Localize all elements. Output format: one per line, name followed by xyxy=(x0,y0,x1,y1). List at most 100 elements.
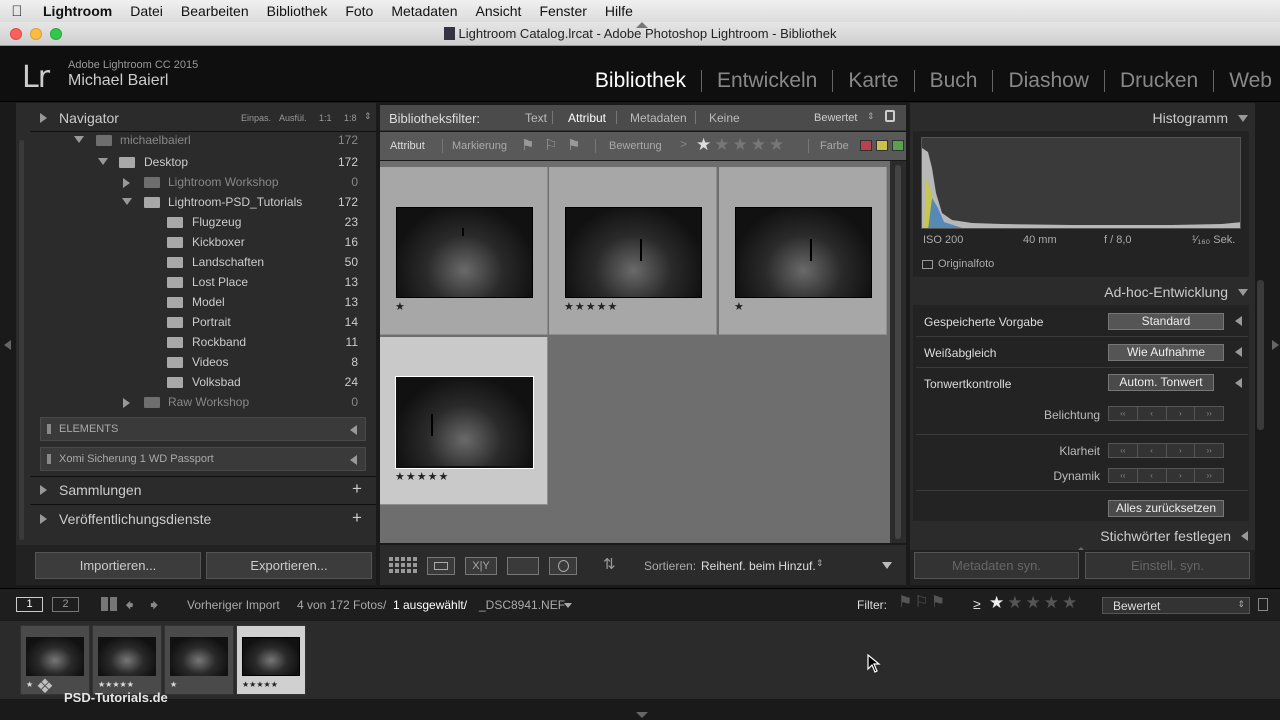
filmstrip-thumb-selected[interactable]: ★★★★★ xyxy=(236,625,306,695)
filmstrip-thumb[interactable]: ★ xyxy=(164,625,234,695)
add-collection-icon[interactable]: + xyxy=(352,479,362,499)
menu-bibliothek[interactable]: Bibliothek xyxy=(258,3,337,19)
module-diashow[interactable]: Diashow xyxy=(993,70,1105,92)
volume-toggle-icon[interactable] xyxy=(350,455,357,465)
folder-row-psd-tutorials[interactable]: Lightroom-PSD_Tutorials 172 xyxy=(0,192,370,212)
menu-hilfe[interactable]: Hilfe xyxy=(596,3,642,19)
filter-tab-attribut[interactable]: Attribut xyxy=(568,111,606,125)
filename-label[interactable]: _DSC8941.NEF xyxy=(479,598,565,612)
folder-row-rockband[interactable]: Rockband 11 xyxy=(0,332,370,352)
flag-filter-icons[interactable]: ⚑⚐⚑ xyxy=(898,592,947,612)
keywording-header[interactable]: Stichwörter festlegen xyxy=(910,523,1250,549)
exposure-stepper[interactable]: ‹‹ ‹ › ›› xyxy=(1108,406,1224,421)
module-bibliothek[interactable]: Bibliothek xyxy=(580,70,702,92)
main-screen-button[interactable]: 1 xyxy=(16,597,43,612)
rating-operator[interactable]: ≥ xyxy=(973,596,981,612)
collapse-right-panel-icon[interactable] xyxy=(1272,340,1279,350)
quick-develop-header[interactable]: Ad-hoc-Entwicklung xyxy=(910,279,1250,305)
folder-row-landschaften[interactable]: Landschaften 50 xyxy=(0,252,370,272)
module-karte[interactable]: Karte xyxy=(833,70,915,92)
collapse-bottom-panel-icon[interactable] xyxy=(636,712,648,718)
rating-star-filter[interactable]: ★★★★★ xyxy=(696,135,787,155)
filter-preset-select[interactable]: Bewertet ⇕ xyxy=(1102,597,1250,614)
sort-direction-icon[interactable]: ⇅ xyxy=(603,555,616,573)
compare-view-icon[interactable]: X|Y xyxy=(465,557,497,575)
toolbar-menu-icon[interactable] xyxy=(882,562,892,569)
forward-arrow-icon[interactable]: 🠺 xyxy=(150,593,159,622)
grid-shortcut-icon[interactable] xyxy=(101,597,117,611)
module-web[interactable]: Web xyxy=(1214,70,1280,92)
people-view-icon[interactable] xyxy=(549,557,577,575)
back-arrow-icon[interactable]: 🠸 xyxy=(125,593,134,622)
histogram-graph[interactable] xyxy=(921,137,1241,229)
filter-lock-icon[interactable] xyxy=(1258,598,1268,611)
photo-rating[interactable]: ★ xyxy=(395,300,406,313)
zoom-1-1[interactable]: 1:1 xyxy=(319,113,332,123)
grid-scrollbar[interactable] xyxy=(890,161,906,543)
auto-tone-button[interactable]: Autom. Tonwert xyxy=(1108,374,1214,391)
grid-cell[interactable]: ★★★★★ xyxy=(549,167,717,335)
folder-row-kickboxer[interactable]: Kickboxer 16 xyxy=(0,232,370,252)
filename-menu-icon[interactable] xyxy=(564,603,572,608)
collections-header[interactable]: Sammlungen + xyxy=(30,477,376,503)
menu-fenster[interactable]: Fenster xyxy=(530,3,595,19)
grid-cell[interactable]: ★ xyxy=(380,167,548,335)
zoom-menu-icon[interactable]: ⇕ xyxy=(364,111,372,122)
collapse-top-panel-icon[interactable] xyxy=(636,22,648,28)
module-drucken[interactable]: Drucken xyxy=(1105,70,1215,92)
folder-row[interactable]: michaelbaierl 172 xyxy=(0,133,370,150)
sync-settings-button[interactable]: Einstell. syn. xyxy=(1085,552,1250,579)
second-screen-button[interactable]: 2 xyxy=(52,597,79,612)
color-filter-red[interactable] xyxy=(860,140,872,151)
folder-row-flugzeug[interactable]: Flugzeug 23 xyxy=(0,212,370,232)
filter-tab-keine[interactable]: Keine xyxy=(709,111,740,125)
filter-tab-metadaten[interactable]: Metadaten xyxy=(630,111,687,125)
import-button[interactable]: Importieren... xyxy=(35,552,201,579)
folder-row-volksbad[interactable]: Volksbad 24 xyxy=(0,372,370,392)
volume-toggle-icon[interactable] xyxy=(350,425,357,435)
volume-passport[interactable]: Xomi Sicherung 1 WD Passport xyxy=(40,447,366,471)
sort-select[interactable]: Reihenf. beim Hinzuf. xyxy=(701,559,816,573)
filmstrip-thumb[interactable]: ★★★★★ xyxy=(92,625,162,695)
photo-rating[interactable]: ★★★★★ xyxy=(564,300,618,313)
rating-operator-icon[interactable]: > xyxy=(680,137,687,151)
collapsed-icon[interactable] xyxy=(123,398,130,408)
clarity-stepper[interactable]: ‹‹ ‹ › ›› xyxy=(1108,443,1224,458)
source-label[interactable]: Vorheriger Import xyxy=(187,598,280,612)
expand-icon[interactable] xyxy=(1235,347,1242,357)
zoom-fit[interactable]: Einpas. xyxy=(241,113,271,123)
menu-app[interactable]: Lightroom xyxy=(34,3,121,19)
white-balance-select[interactable]: Wie Aufnahme xyxy=(1108,344,1224,361)
expand-icon[interactable] xyxy=(98,158,108,165)
survey-view-icon[interactable] xyxy=(507,557,539,575)
photo-thumbnail[interactable] xyxy=(565,207,702,298)
folder-row-videos[interactable]: Videos 8 xyxy=(0,352,370,372)
zoom-fill[interactable]: Ausfül. xyxy=(279,113,307,123)
menu-bearbeiten[interactable]: Bearbeiten xyxy=(172,3,258,19)
flag-rejected-icon[interactable]: ⚑ xyxy=(567,136,580,154)
sync-metadata-button[interactable]: Metadaten syn. xyxy=(914,552,1079,579)
expand-icon[interactable] xyxy=(74,136,84,143)
flag-picked-icon[interactable]: ⚑ xyxy=(521,136,534,154)
photo-thumbnail[interactable] xyxy=(395,376,534,469)
menu-foto[interactable]: Foto xyxy=(336,3,382,19)
grid-view-icon[interactable] xyxy=(389,557,417,575)
histogram-header[interactable]: Histogramm xyxy=(910,105,1250,131)
scrollbar-thumb[interactable] xyxy=(895,165,901,539)
photo-rating[interactable]: ★ xyxy=(734,300,745,313)
folder-row-portrait[interactable]: Portrait 14 xyxy=(0,312,370,332)
saved-preset-select[interactable]: Standard xyxy=(1108,313,1224,330)
flag-unflagged-icon[interactable]: ⚐ xyxy=(544,136,557,154)
lock-icon[interactable] xyxy=(885,110,895,122)
volume-elements[interactable]: ELEMENTS xyxy=(40,417,366,441)
loupe-view-icon[interactable] xyxy=(427,557,455,575)
expand-icon[interactable] xyxy=(1235,378,1242,388)
navigator-header[interactable]: Navigator Einpas. Ausfül. 1:1 1:8 ⇕ xyxy=(30,105,376,131)
photo-thumbnail[interactable] xyxy=(735,207,872,298)
grid-cell[interactable]: ★ xyxy=(719,167,887,335)
add-publish-service-icon[interactable]: + xyxy=(352,508,362,528)
reset-all-button[interactable]: Alles zurücksetzen xyxy=(1108,500,1224,517)
module-entwickeln[interactable]: Entwickeln xyxy=(702,70,834,92)
publish-services-header[interactable]: Veröffentlichungsdienste + xyxy=(30,506,376,532)
export-button[interactable]: Exportieren... xyxy=(206,552,372,579)
